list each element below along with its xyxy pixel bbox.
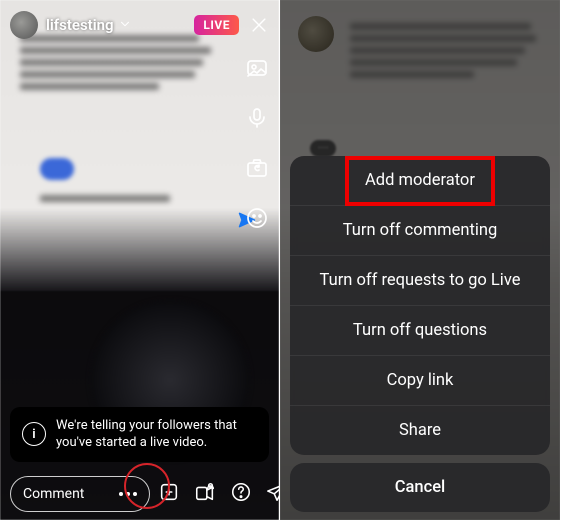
- more-options-icon[interactable]: [119, 492, 137, 496]
- menu-add-moderator[interactable]: Add moderator: [290, 156, 550, 205]
- action-sheet-group: Add moderator Turn off commenting Turn o…: [290, 156, 550, 455]
- comment-input[interactable]: Comment: [10, 476, 150, 512]
- menu-turn-off-requests[interactable]: Turn off requests to go Live: [290, 255, 550, 305]
- live-header: lifstesting LIVE: [0, 8, 279, 42]
- mic-icon[interactable]: [245, 106, 269, 134]
- comment-placeholder: Comment: [23, 486, 84, 502]
- menu-turn-off-commenting[interactable]: Turn off commenting: [290, 205, 550, 255]
- toast-text: We're telling your followers that you've…: [56, 417, 257, 452]
- action-sheet: Add moderator Turn off commenting Turn o…: [290, 156, 550, 512]
- invite-cohost-icon[interactable]: [194, 481, 216, 507]
- question-icon[interactable]: [230, 481, 252, 507]
- live-broadcast-screen: lifstesting LIVE i We're telling your fo…: [0, 0, 280, 520]
- close-icon[interactable]: [249, 15, 269, 35]
- menu-turn-off-questions[interactable]: Turn off questions: [290, 305, 550, 355]
- blurred-pill: [40, 158, 74, 180]
- live-badge: LIVE: [194, 15, 239, 35]
- add-media-icon[interactable]: [158, 481, 180, 507]
- blurred-text: [40, 190, 159, 207]
- camera-flip-icon[interactable]: [245, 156, 269, 184]
- options-sheet-screen: ···· Add moderator Turn off commenting T…: [280, 0, 560, 520]
- effects-icon[interactable]: [245, 206, 269, 234]
- username[interactable]: lifstesting: [46, 16, 114, 34]
- side-toolbar: [245, 56, 269, 234]
- media-icon[interactable]: [245, 56, 269, 84]
- action-sheet-cancel-group: Cancel: [290, 463, 550, 512]
- menu-copy-link[interactable]: Copy link: [290, 355, 550, 405]
- live-footer: Comment: [0, 476, 279, 512]
- menu-share[interactable]: Share: [290, 405, 550, 455]
- toast: i We're telling your followers that you'…: [10, 407, 269, 462]
- share-icon[interactable]: [266, 481, 280, 507]
- menu-cancel[interactable]: Cancel: [290, 463, 550, 512]
- avatar[interactable]: [10, 11, 38, 39]
- info-icon: i: [22, 422, 46, 446]
- chevron-down-icon[interactable]: [118, 16, 132, 35]
